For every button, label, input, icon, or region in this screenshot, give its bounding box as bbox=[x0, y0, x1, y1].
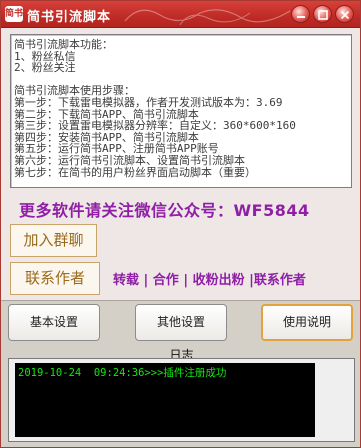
maximize-button[interactable] bbox=[313, 5, 332, 23]
info-line: 第一步：下载雷电模拟器，作者开发测试版本为：3.69 bbox=[14, 95, 283, 109]
title-bar[interactable]: 简书 简书引流脚本 bbox=[1, 1, 360, 28]
info-line: 简书引流脚本功能： bbox=[14, 38, 113, 51]
info-line: 第六步：运行简书引流脚本、设置简书引流脚本 bbox=[14, 153, 245, 167]
main-window: 简书 简书引流脚本 简书引流脚本功能： 1、粉丝私信 2、粉丝关注 简书引流脚本… bbox=[0, 0, 361, 448]
log-entry: 2019-10-24 09:24:36>>>插件注册成功 bbox=[18, 367, 227, 379]
basic-settings-button[interactable]: 基本设置 bbox=[8, 304, 100, 341]
window-title: 简书引流脚本 bbox=[27, 10, 112, 25]
info-line: 第七步：在简书的用户粉丝界面启动脚本（重要） bbox=[14, 165, 256, 179]
decorative-swirl bbox=[124, 9, 291, 26]
info-line: 第三步：设置雷电模拟器分辨率：自定义：360*600*160 bbox=[14, 119, 296, 133]
contact-author-button[interactable]: 联系作者 bbox=[10, 262, 100, 295]
close-icon bbox=[340, 10, 350, 20]
log-frame: 2019-10-24 09:24:36>>>插件注册成功 bbox=[8, 358, 355, 442]
cooperation-links[interactable]: 转载 | 合作 | 收粉出粉 |联系作者 bbox=[113, 269, 306, 288]
app-icon: 简书 bbox=[5, 6, 23, 22]
log-output[interactable]: 2019-10-24 09:24:36>>>插件注册成功 bbox=[15, 363, 315, 437]
maximize-icon bbox=[318, 10, 328, 20]
info-text-area[interactable]: 简书引流脚本功能： 1、粉丝私信 2、粉丝关注 简书引流脚本使用步骤： 第一步：… bbox=[10, 34, 352, 188]
minimize-icon bbox=[297, 16, 305, 18]
join-group-button[interactable]: 加入群聊 bbox=[10, 224, 97, 257]
close-button[interactable] bbox=[335, 5, 354, 23]
promo-text: 更多软件请关注微信公众号：WF5844 bbox=[19, 201, 310, 220]
minimize-button[interactable] bbox=[291, 5, 310, 23]
other-settings-button[interactable]: 其他设置 bbox=[135, 304, 227, 341]
instructions-button[interactable]: 使用说明 bbox=[261, 304, 353, 341]
info-line: 2、粉丝关注 bbox=[14, 61, 76, 75]
